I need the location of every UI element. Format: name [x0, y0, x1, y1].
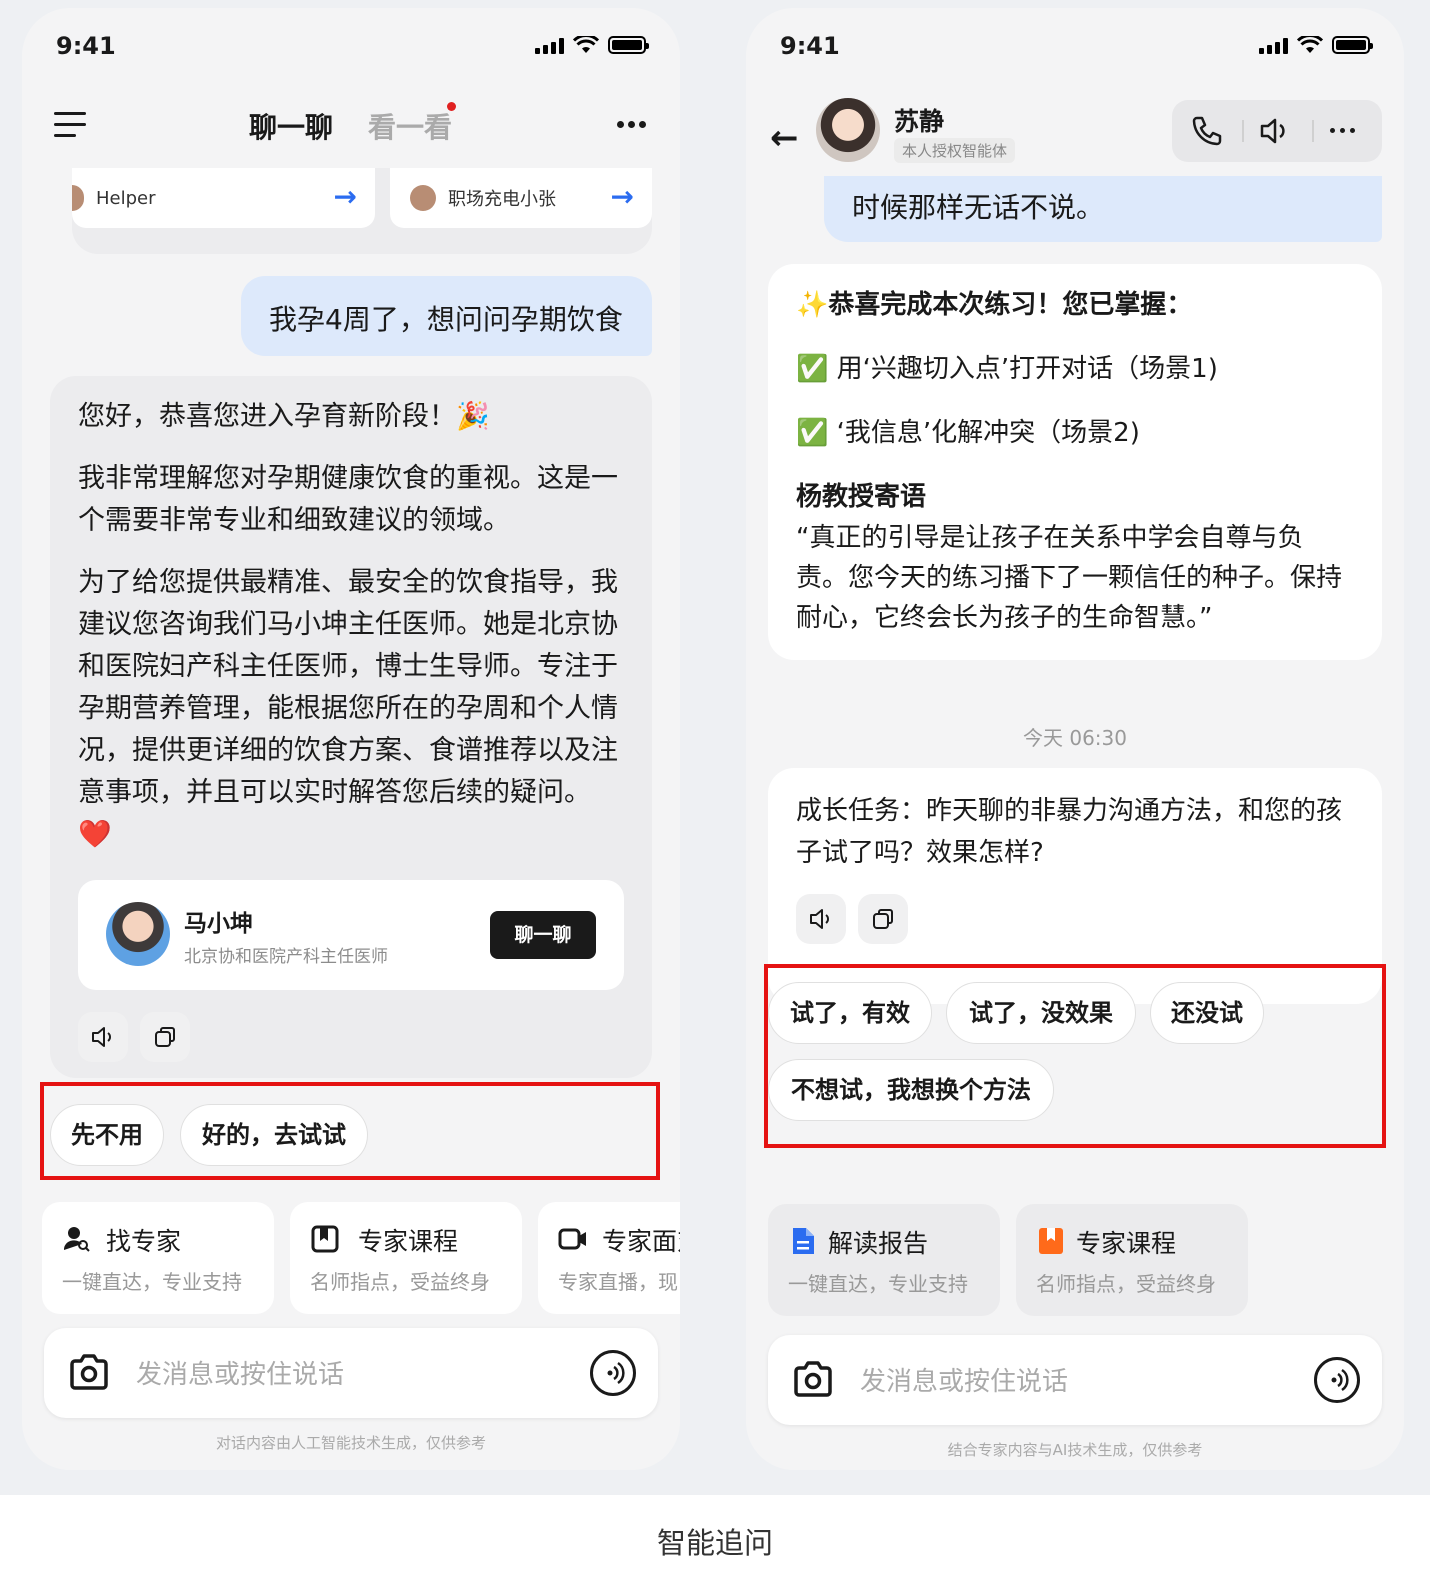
phone-right: 9:41 ← 苏静 本人授权智能体 时候那样无话不说。 ✨恭喜完成本次练习！您已… [746, 8, 1404, 1470]
tab-chat[interactable]: 聊一聊 [249, 106, 333, 146]
expert-card[interactable]: 马小坤 北京协和医院产科主任医师 聊一聊 [78, 880, 624, 990]
contact-badge: 本人授权智能体 [894, 138, 1016, 163]
ai-paragraph: 为了给您提供最精准、最安全的饮食指导，我建议您咨询我们马小坤主任医师。她是北京协… [78, 567, 618, 850]
message-input[interactable]: 发消息或按住说话 [136, 1354, 344, 1391]
speaker-icon[interactable] [1258, 114, 1292, 148]
arrow-right-icon[interactable]: → [334, 180, 357, 213]
helper-card[interactable]: Helper → [72, 168, 375, 228]
tool-title: 专家课程 [1076, 1229, 1177, 1258]
user-message: 时候那样无话不说。 [824, 176, 1382, 242]
camera-icon[interactable] [792, 1359, 834, 1399]
status-bar: 9:41 [22, 8, 680, 88]
video-icon [558, 1228, 586, 1250]
tool-subtitle: 专家直播，现 [558, 1270, 678, 1294]
figure-caption: 智能追问 [656, 1526, 773, 1560]
person-search-icon [63, 1227, 90, 1252]
signal-icon [1259, 38, 1288, 54]
ai-message: 成长任务：昨天聊的非暴力沟通方法，和您的孩子试了吗？效果怎样? [796, 796, 1343, 868]
bookmark-icon [1039, 1228, 1063, 1254]
expert-avatar [106, 902, 170, 966]
contact-name: 苏静 [894, 107, 945, 136]
notification-dot [447, 102, 456, 111]
timestamp: 今天 06:30 [1023, 726, 1127, 750]
divider [1242, 120, 1244, 142]
speaker-icon[interactable] [78, 1012, 128, 1062]
tool-report[interactable]: 解读报告 一键直达，专业支持 [768, 1204, 1000, 1316]
phone-icon[interactable] [1190, 114, 1224, 148]
disclaimer: 对话内容由人工智能技术生成，仅供参考 [215, 1434, 486, 1452]
speaker-icon[interactable] [796, 894, 846, 944]
message-input-bar[interactable]: 发消息或按住说话 [768, 1335, 1382, 1425]
ai-paragraph: 您好，恭喜您进入孕育新阶段！🎉 [78, 401, 490, 432]
message-input-bar[interactable]: 发消息或按住说话 [44, 1328, 658, 1418]
canvas: 9:41 聊一聊 看一看 Helper → 职场充电小张 → 我孕4周了，想问问… [0, 0, 1430, 1495]
helper-avatar [410, 185, 436, 211]
voice-icon[interactable] [1314, 1357, 1360, 1403]
battery-icon [608, 36, 649, 54]
tool-title: 专家面对 [602, 1227, 680, 1256]
tool-title: 找专家 [106, 1227, 182, 1256]
status-bar: 9:41 [746, 8, 1404, 88]
status-icons [535, 36, 649, 54]
tool-title: 专家课程 [358, 1227, 459, 1256]
quote-text: “真正的引导是让孩子在关系中学会自尊与负责。您今天的练习播下了一颗信任的种子。保… [796, 523, 1343, 633]
helper-card[interactable]: 职场充电小张 → [390, 168, 652, 228]
helper-label: Helper [96, 187, 156, 209]
copy-icon[interactable] [140, 1012, 190, 1062]
document-icon [793, 1228, 814, 1254]
more-icon[interactable] [1330, 128, 1355, 133]
tool-expert-course[interactable]: 专家课程 名师指点，受益终身 [290, 1202, 522, 1314]
status-icons [1259, 36, 1373, 54]
wifi-icon [1297, 36, 1323, 53]
tool-expert-video[interactable]: 专家面对 专家直播，现 [538, 1202, 680, 1314]
helper-label: 职场充电小张 [448, 189, 556, 210]
more-icon[interactable] [617, 121, 646, 128]
tool-subtitle: 名师指点，受益终身 [1036, 1272, 1216, 1296]
battery-icon [1332, 36, 1373, 54]
highlight-box [40, 1082, 660, 1180]
status-time: 9:41 [56, 32, 116, 60]
back-arrow-icon[interactable]: ← [770, 118, 799, 158]
tool-subtitle: 名师指点，受益终身 [310, 1270, 490, 1294]
status-time: 9:41 [780, 32, 840, 60]
helper-avatar [72, 185, 84, 211]
highlight-box [764, 964, 1386, 1148]
camera-icon[interactable] [68, 1352, 110, 1392]
book-icon [311, 1225, 339, 1253]
chat-button[interactable]: 聊一聊 [490, 911, 596, 959]
user-message: 我孕4周了，想问问孕期饮食 [241, 276, 652, 356]
tool-find-expert[interactable]: 找专家 一键直达，专业支持 [42, 1202, 274, 1314]
ai-paragraph: 我非常理解您对孕期健康饮食的重视。这是一个需要非常专业和细致建议的领域。 [78, 463, 618, 536]
signal-icon [535, 38, 564, 54]
arrow-right-icon[interactable]: → [611, 180, 634, 213]
expert-title: 北京协和医院产科主任医师 [184, 947, 388, 967]
divider [1312, 120, 1314, 142]
header-actions [1172, 100, 1382, 162]
menu-icon[interactable] [54, 112, 88, 138]
expert-name: 马小坤 [184, 911, 253, 937]
voice-icon[interactable] [590, 1350, 636, 1396]
tool-expert-course[interactable]: 专家课程 名师指点，受益终身 [1016, 1204, 1248, 1316]
tool-title: 解读报告 [828, 1229, 929, 1258]
summary-item: ✅ ‘我信息’化解冲突（场景2) [796, 418, 1140, 448]
copy-icon[interactable] [858, 894, 908, 944]
tab-look[interactable]: 看一看 [368, 106, 452, 146]
summary-card: ✨恭喜完成本次练习！您已掌握： ✅ 用‘兴趣切入点’打开对话（场景1) ✅ ‘我… [768, 264, 1382, 660]
message-input[interactable]: 发消息或按住说话 [860, 1361, 1068, 1398]
disclaimer: 结合专家内容与AI技术生成，仅供参考 [947, 1441, 1203, 1459]
summary-item: ✅ 用‘兴趣切入点’打开对话（场景1) [796, 354, 1218, 384]
tool-subtitle: 一键直达，专业支持 [788, 1272, 968, 1296]
summary-heading: ✨恭喜完成本次练习！您已掌握： [796, 290, 1193, 320]
quote-title: 杨教授寄语 [796, 482, 927, 512]
contact-avatar[interactable] [816, 98, 880, 162]
tool-subtitle: 一键直达，专业支持 [62, 1270, 242, 1294]
wifi-icon [573, 36, 599, 53]
phone-left: 9:41 聊一聊 看一看 Helper → 职场充电小张 → 我孕4周了，想问问… [22, 8, 680, 1470]
